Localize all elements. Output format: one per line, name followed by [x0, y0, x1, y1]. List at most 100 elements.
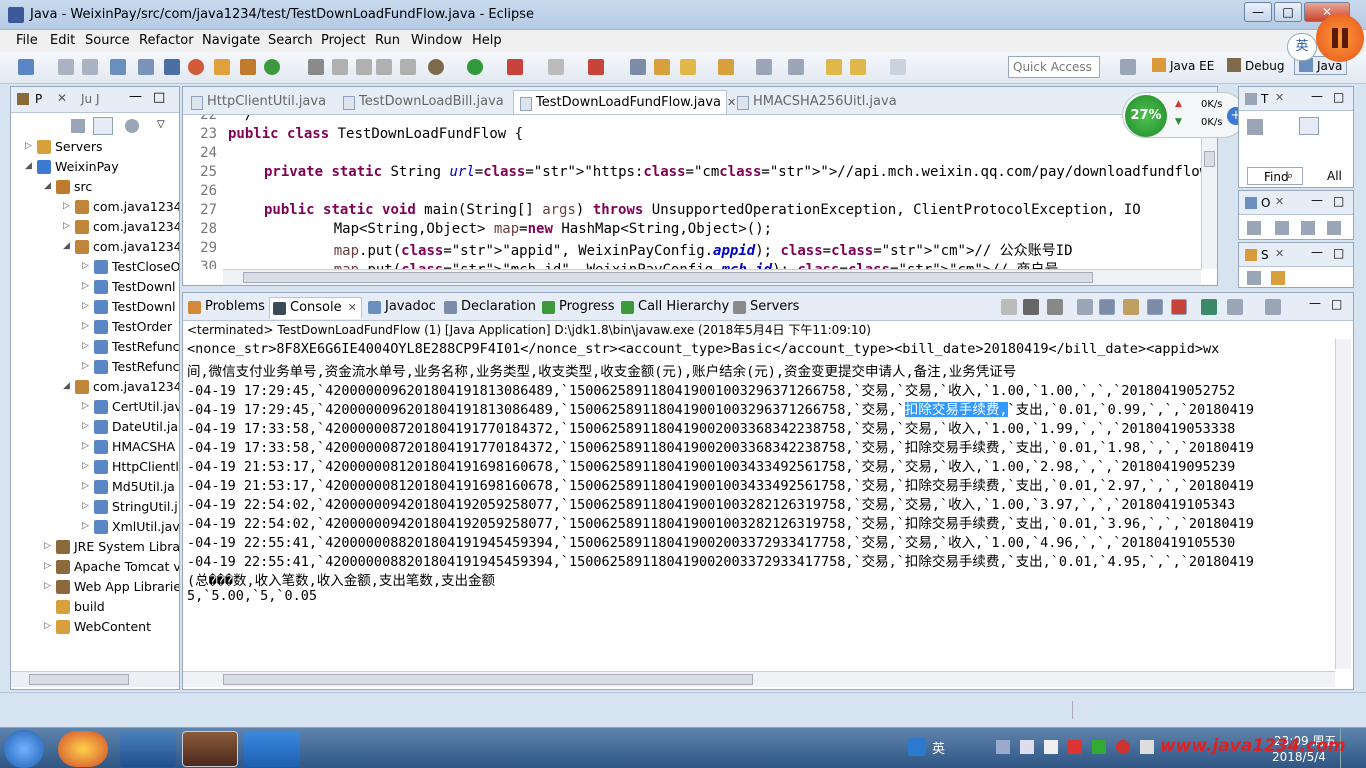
- tree-item[interactable]: ▷ StringUtil.j: [11, 497, 179, 517]
- close-icon[interactable]: ✕: [57, 91, 67, 105]
- tab-junit[interactable]: Ju J: [81, 92, 100, 106]
- menu-search[interactable]: Search: [268, 33, 313, 48]
- editor-hscroll-thumb[interactable]: [243, 272, 1093, 283]
- tree-item[interactable]: ▷ XmlUtil.jav: [11, 517, 179, 537]
- copy-icon[interactable]: [356, 59, 372, 75]
- new-task-icon[interactable]: [1247, 119, 1263, 135]
- tree-item[interactable]: ▷ TestRefunc: [11, 337, 179, 357]
- close-icon[interactable]: ✕: [348, 301, 357, 314]
- editor-text-area[interactable]: 22 */ 23 public class TestDownLoadFundFlo…: [183, 115, 1201, 269]
- minimize-button[interactable]: —: [1244, 2, 1272, 22]
- close-icon[interactable]: ✕: [1275, 91, 1284, 104]
- collapse-arrow-icon[interactable]: ◢: [63, 241, 71, 251]
- maximize-view-icon[interactable]: □: [1333, 194, 1344, 208]
- tree-item[interactable]: ▷ TestCloseO: [11, 257, 179, 277]
- tree-item[interactable]: ◢ com.java1234: [11, 377, 179, 397]
- collapse-arrow-icon[interactable]: ◢: [63, 381, 71, 391]
- view-menu-icon[interactable]: ▽: [157, 119, 165, 130]
- tray-icon[interactable]: [996, 740, 1010, 754]
- toggle-mark-icon[interactable]: [138, 59, 154, 75]
- menu-source[interactable]: Source: [85, 33, 130, 48]
- minimize-view-icon[interactable]: —: [1309, 296, 1321, 310]
- tab-servers[interactable]: Servers: [730, 297, 803, 319]
- task-icon[interactable]: [680, 59, 696, 75]
- taskbar-app-browser[interactable]: [120, 731, 176, 767]
- expand-arrow-icon[interactable]: ▷: [63, 201, 71, 211]
- tray-icon[interactable]: [1068, 740, 1082, 754]
- import-icon[interactable]: [1271, 271, 1285, 285]
- tree-item[interactable]: ▷ WebContent: [11, 617, 179, 637]
- tray-icon[interactable]: [1020, 740, 1034, 754]
- tab-package-explorer[interactable]: P: [35, 92, 42, 106]
- paste-icon[interactable]: [376, 59, 392, 75]
- expand-arrow-icon[interactable]: ▷: [82, 421, 90, 431]
- tab-task-list[interactable]: T: [1261, 92, 1268, 106]
- ime-indicator[interactable]: 英: [1287, 33, 1317, 61]
- collapse-arrow-icon[interactable]: ◢: [25, 161, 33, 171]
- tree-item[interactable]: ◢ WeixinPay: [11, 157, 179, 177]
- close-icon[interactable]: ✕: [1275, 195, 1284, 208]
- hide-nonpublic-icon[interactable]: [1327, 221, 1341, 235]
- tree-item[interactable]: ▷ Md5Util.ja: [11, 477, 179, 497]
- start-button[interactable]: [4, 730, 44, 768]
- maximize-view-icon[interactable]: □: [1333, 90, 1344, 104]
- coverage-icon[interactable]: [588, 59, 604, 75]
- open-type-icon[interactable]: [630, 59, 646, 75]
- sort-icon[interactable]: [1247, 221, 1261, 235]
- tray-icon[interactable]: [1044, 740, 1058, 754]
- expand-arrow-icon[interactable]: ▷: [82, 281, 90, 291]
- tree-item[interactable]: ▷ Web App Librarie: [11, 577, 179, 597]
- tray-icon[interactable]: [1116, 740, 1130, 754]
- expand-arrow-icon[interactable]: ▷: [82, 461, 90, 471]
- menu-help[interactable]: Help: [472, 33, 502, 48]
- tab-call-hierarchy[interactable]: Call Hierarchy: [618, 297, 733, 319]
- pause-recording-button[interactable]: [1316, 14, 1364, 62]
- ime-logo-icon[interactable]: [908, 738, 926, 756]
- console-hscroll-thumb[interactable]: [223, 674, 753, 685]
- stop-icon[interactable]: [548, 59, 564, 75]
- expand-arrow-icon[interactable]: ▷: [82, 401, 90, 411]
- expand-arrow-icon[interactable]: ▷: [82, 321, 90, 331]
- tree-item[interactable]: ▷ TestDownl: [11, 277, 179, 297]
- expand-arrow-icon[interactable]: ▷: [82, 301, 90, 311]
- expand-arrow-icon[interactable]: ▷: [82, 341, 90, 351]
- open-perspective-icon[interactable]: [1120, 59, 1136, 75]
- expand-arrow-icon[interactable]: ▷: [82, 501, 90, 511]
- console-output[interactable]: <nonce_str>8F8XE6G6IE4004OYL8E288CP9F4I0…: [183, 339, 1335, 669]
- expand-arrow-icon[interactable]: ▷: [44, 581, 52, 591]
- block-selection-icon[interactable]: [164, 59, 180, 75]
- menu-run[interactable]: Run: [375, 33, 400, 48]
- perspective-java-ee[interactable]: Java EE: [1152, 58, 1214, 73]
- tree-item[interactable]: ▷ com.java1234: [11, 217, 179, 237]
- back-icon[interactable]: [850, 59, 866, 75]
- menu-window[interactable]: Window: [411, 33, 462, 48]
- minimize-view-icon[interactable]: —: [1311, 245, 1323, 259]
- maximize-view-icon[interactable]: □: [1331, 297, 1342, 311]
- menu-navigate[interactable]: Navigate: [202, 33, 260, 48]
- collapse-all-icon[interactable]: [71, 119, 85, 133]
- explorer-hscrollbar[interactable]: [11, 671, 179, 687]
- expand-arrow-icon[interactable]: ▷: [44, 621, 52, 631]
- show-stdout-icon[interactable]: [1147, 299, 1163, 315]
- tab-outline[interactable]: O: [1261, 196, 1270, 210]
- taskbar-app-eclipse[interactable]: [182, 731, 238, 767]
- console-hscrollbar[interactable]: [183, 671, 1335, 687]
- taskbar-app-wps[interactable]: [244, 731, 300, 767]
- remove-launch-icon[interactable]: [1023, 299, 1039, 315]
- console-vscrollbar[interactable]: [1335, 339, 1351, 669]
- pin-console-icon[interactable]: [1201, 299, 1217, 315]
- volume-icon[interactable]: [1140, 740, 1154, 754]
- minimize-view-icon[interactable]: —: [1311, 193, 1323, 207]
- editor-tab-httpclientutil[interactable]: HttpClientUtil.java: [185, 90, 335, 114]
- expand-arrow-icon[interactable]: ▷: [82, 521, 90, 531]
- tree-item[interactable]: ▷ TestOrder: [11, 317, 179, 337]
- display-console-icon[interactable]: [1227, 299, 1243, 315]
- new-icon[interactable]: [18, 59, 34, 75]
- open-resource-icon[interactable]: [718, 59, 734, 75]
- tree-item[interactable]: ▷ JRE System Libra: [11, 537, 179, 557]
- tab-javadoc[interactable]: Javadoc: [365, 297, 440, 319]
- search-tool-icon[interactable]: [308, 59, 324, 75]
- expand-arrow-icon[interactable]: ▷: [44, 561, 52, 571]
- tree-item[interactable]: ▷ com.java1234: [11, 197, 179, 217]
- forward-icon[interactable]: [890, 59, 906, 75]
